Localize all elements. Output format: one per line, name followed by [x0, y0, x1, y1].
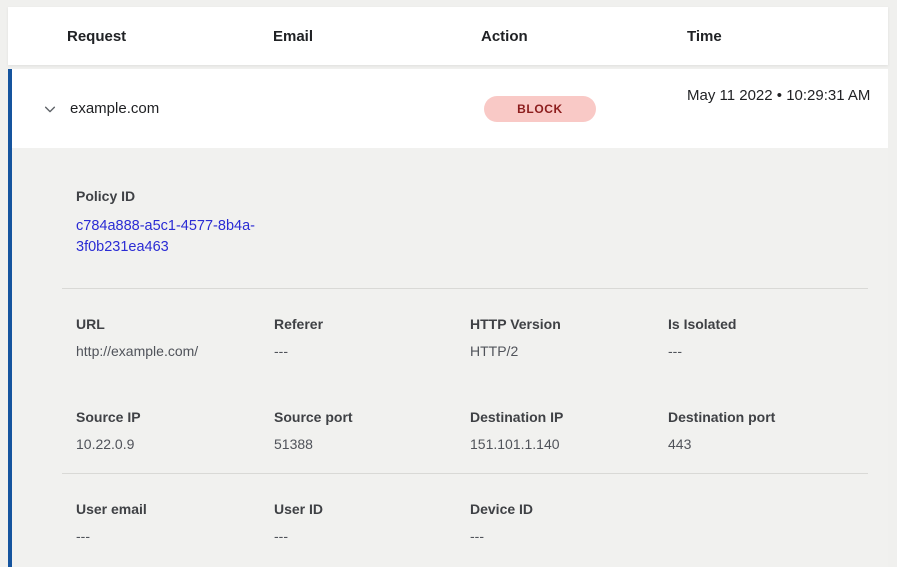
field-label: Destination IP: [470, 409, 668, 425]
field-value: HTTP/2: [470, 343, 668, 359]
field-label: HTTP Version: [470, 316, 668, 332]
action-block-badge: BLOCK: [484, 96, 596, 122]
request-log-page: Request Email Action Time example.com BL…: [0, 0, 897, 567]
column-header-email: Email: [273, 28, 481, 45]
row-timestamp: May 11 2022 • 10:29:31 AM: [687, 84, 877, 108]
policy-id-label: Policy ID: [76, 188, 868, 204]
field-device-id: Device ID ---: [470, 501, 668, 544]
field-destination-port: Destination port 443: [668, 409, 868, 452]
field-label: Source IP: [76, 409, 274, 425]
field-value: ---: [76, 528, 274, 544]
field-source-ip: Source IP 10.22.0.9: [76, 409, 274, 452]
field-url: URL http://example.com/: [76, 316, 274, 359]
field-value: 10.22.0.9: [76, 436, 274, 452]
policy-id-block: Policy ID c784a888-a5c1-4577-8b4a-3f0b23…: [76, 188, 868, 258]
field-label: URL: [76, 316, 274, 332]
field-label: Destination port: [668, 409, 868, 425]
field-http-version: HTTP Version HTTP/2: [470, 316, 668, 359]
field-label: User email: [76, 501, 274, 517]
row-content: example.com: [12, 69, 888, 148]
field-label: Device ID: [470, 501, 668, 517]
field-value: ---: [274, 528, 470, 544]
column-header-request: Request: [67, 28, 273, 45]
field-label: Source port: [274, 409, 470, 425]
column-header-time: Time: [687, 28, 888, 45]
field-is-isolated: Is Isolated ---: [668, 316, 868, 359]
field-value: 443: [668, 436, 868, 452]
request-domain: example.com: [70, 100, 159, 117]
field-user-id: User ID ---: [274, 501, 470, 544]
field-referer: Referer ---: [274, 316, 470, 359]
field-source-port: Source port 51388: [274, 409, 470, 452]
field-user-email: User email ---: [76, 501, 274, 544]
column-header-action: Action: [481, 28, 687, 45]
field-value: ---: [470, 528, 668, 544]
field-value: 51388: [274, 436, 470, 452]
divider: [62, 473, 868, 474]
field-value: ---: [668, 343, 868, 359]
field-label: Referer: [274, 316, 470, 332]
chevron-down-icon[interactable]: [42, 101, 58, 117]
row-detail-panel: Policy ID c784a888-a5c1-4577-8b4a-3f0b23…: [8, 148, 888, 567]
field-label: Is Isolated: [668, 316, 868, 332]
table-row[interactable]: example.com BLOCK May 11 2022 • 10:29:31…: [8, 69, 888, 148]
divider: [62, 288, 868, 289]
field-label: User ID: [274, 501, 470, 517]
field-spacer: [668, 501, 868, 544]
field-destination-ip: Destination IP 151.101.1.140: [470, 409, 668, 452]
details-grid-main: URL http://example.com/ Referer --- HTTP…: [76, 316, 868, 452]
field-value: http://example.com/: [76, 343, 274, 359]
table-header: Request Email Action Time: [8, 7, 888, 65]
policy-id-link[interactable]: c784a888-a5c1-4577-8b4a-3f0b231ea463: [76, 216, 276, 258]
field-value: 151.101.1.140: [470, 436, 668, 452]
field-value: ---: [274, 343, 470, 359]
details-grid-user: User email --- User ID --- Device ID ---: [76, 501, 868, 544]
